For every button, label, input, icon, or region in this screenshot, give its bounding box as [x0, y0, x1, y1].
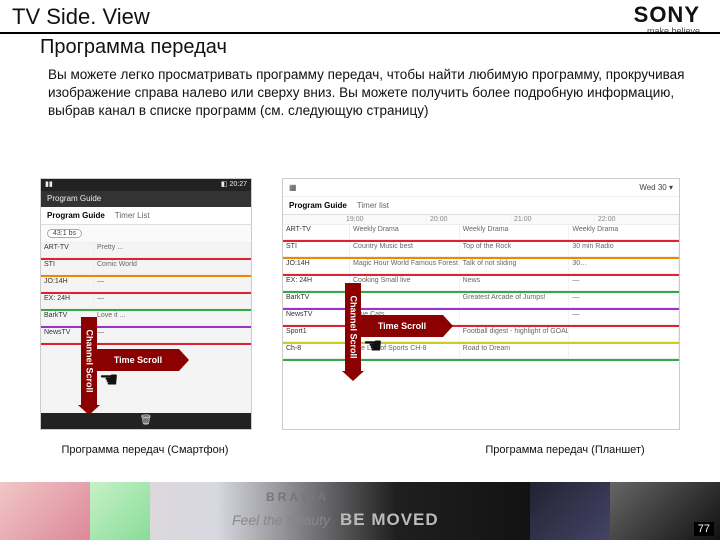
- page-number: 77: [694, 522, 714, 536]
- channel-label: ART-TV: [283, 225, 350, 239]
- logo-text: SONY: [634, 2, 700, 28]
- table-row[interactable]: EX: 24HCooking Small liveNews—: [283, 276, 679, 291]
- program-cell[interactable]: [569, 344, 679, 358]
- channel-scroll-label: Channel Scroll: [345, 283, 361, 371]
- channel-label: NewsTV: [283, 310, 350, 324]
- tab-program-guide[interactable]: Program Guide: [47, 211, 105, 220]
- caption-tablet: Программа передач (Планшет): [480, 444, 650, 456]
- channel-label: JO:14H: [283, 259, 350, 273]
- phone-titlebar: Program Guide: [41, 191, 251, 207]
- arrow-down-icon: [342, 371, 364, 381]
- table-row[interactable]: Sport1World Tennis CupFootball digest - …: [283, 327, 679, 342]
- program-cell[interactable]: Talk of not sliding: [460, 259, 570, 273]
- phone-tabs: Program Guide Timer List: [41, 207, 251, 225]
- phone-statusbar: ▮▮ ◧ 20:27: [41, 179, 251, 191]
- hand-pointer-icon: ☚: [363, 333, 383, 359]
- status-left: ▮▮: [45, 179, 53, 191]
- footer-banner: BRAVIA Feel the Beauty BE MOVED 77: [0, 482, 720, 540]
- program-cell[interactable]: Country Music best: [350, 242, 460, 256]
- channel-label: STI: [283, 242, 350, 256]
- bravia-logo: BRAVIA: [266, 490, 329, 504]
- program-cell[interactable]: [569, 327, 679, 341]
- table-row[interactable]: JO:14HMagic Hour World Famous ForestTalk…: [283, 259, 679, 274]
- arrow-right-icon: [443, 315, 453, 337]
- program-cell[interactable]: Cooking Small live: [350, 276, 460, 290]
- program-cell[interactable]: Top of the Rock: [460, 242, 570, 256]
- date-picker[interactable]: Wed 30 ▾: [639, 183, 673, 192]
- program-cell[interactable]: News: [460, 276, 570, 290]
- program-cell[interactable]: —: [569, 276, 679, 290]
- program-cell[interactable]: Football digest - highlight of GOAL…: [460, 327, 570, 341]
- channel-scroll-label: Channel Scroll: [81, 317, 97, 405]
- table-row[interactable]: STICountry Music bestTop of the Rock30 m…: [283, 242, 679, 257]
- phone-scroll-overlay: Channel Scroll Time Scroll ☚: [81, 339, 181, 383]
- grid-icon[interactable]: ▦: [289, 183, 297, 192]
- program-cell[interactable]: —: [569, 293, 679, 307]
- bemoved-tagline: BE MOVED: [340, 510, 439, 530]
- channel-label: EX: 24H: [283, 276, 350, 290]
- feel-tagline: Feel the Beauty: [232, 512, 330, 528]
- hand-pointer-icon: ☚: [99, 367, 119, 393]
- phone-chips: 43:1 bs: [41, 225, 251, 243]
- program-cell[interactable]: —: [569, 310, 679, 324]
- trash-bar[interactable]: 🗑: [41, 413, 251, 429]
- table-row[interactable]: ART-TVWeekly DramaWeekly DramaWeekly Dra…: [283, 225, 679, 240]
- program-cell[interactable]: Weekly Drama: [350, 225, 460, 239]
- slide: TV Side. View SONY make.believe Программ…: [0, 0, 720, 540]
- program-cell[interactable]: Weekly Drama: [460, 225, 570, 239]
- tab-program-guide[interactable]: Program Guide: [289, 201, 347, 210]
- tablet-topbar: ▦ Wed 30 ▾: [283, 179, 679, 197]
- program-cell[interactable]: 30 min Radio: [569, 242, 679, 256]
- program-cell[interactable]: Greatest Arcade of Jumps!: [460, 293, 570, 307]
- table-row[interactable]: NewsTVLove Cats—: [283, 310, 679, 325]
- tablet-scroll-overlay: Channel Scroll Time Scroll ☚: [345, 305, 445, 349]
- phone-screenshot: ▮▮ ◧ 20:27 Program Guide Program Guide T…: [40, 178, 252, 430]
- footer-image: [530, 482, 610, 540]
- program-cell[interactable]: 30…: [569, 259, 679, 273]
- screenshots-row: ▮▮ ◧ 20:27 Program Guide Program Guide T…: [40, 178, 680, 428]
- app-title: TV Side. View: [12, 4, 150, 30]
- time-header-row: 19:00 20:00 21:00 22:00: [283, 215, 679, 225]
- program-cell[interactable]: Road to Dream: [460, 344, 570, 358]
- status-right: ◧ 20:27: [221, 179, 247, 191]
- channel-label: Sport1: [283, 327, 350, 341]
- channel-label: Ch-8: [283, 344, 350, 358]
- phone-grid[interactable]: ART-TVPretty ... STIComic World JO:14H— …: [41, 243, 251, 345]
- chip[interactable]: 43:1 bs: [47, 229, 82, 238]
- table-row[interactable]: BarkTV—Greatest Arcade of Jumps!—: [283, 293, 679, 308]
- program-cell[interactable]: Magic Hour World Famous Forest: [350, 259, 460, 273]
- program-cell[interactable]: [460, 310, 570, 324]
- channel-label: BarkTV: [283, 293, 350, 307]
- tablet-screenshot: ▦ Wed 30 ▾ Program Guide Timer list 19:0…: [282, 178, 680, 430]
- tablet-tabs: Program Guide Timer list: [283, 197, 679, 215]
- tablet-grid[interactable]: Channel Scroll Time Scroll ☚ ART-TVWeekl…: [283, 225, 679, 361]
- sony-logo: SONY make.believe: [634, 2, 700, 36]
- header-divider: [0, 32, 720, 34]
- footer-image: [90, 482, 150, 540]
- arrow-down-icon: [78, 405, 100, 415]
- arrow-right-icon: [179, 349, 189, 371]
- footer-image: [0, 482, 90, 540]
- section-title: Программа передач: [40, 36, 227, 59]
- caption-phone: Программа передач (Смартфон): [60, 444, 230, 456]
- tab-timer-list[interactable]: Timer List: [115, 211, 150, 220]
- program-cell[interactable]: Weekly Drama: [569, 225, 679, 239]
- body-text: Вы можете легко просматривать программу …: [48, 66, 690, 121]
- table-row[interactable]: Ch-8The Life of Sports CH-8Road to Dream: [283, 344, 679, 359]
- tab-timer-list[interactable]: Timer list: [357, 201, 389, 210]
